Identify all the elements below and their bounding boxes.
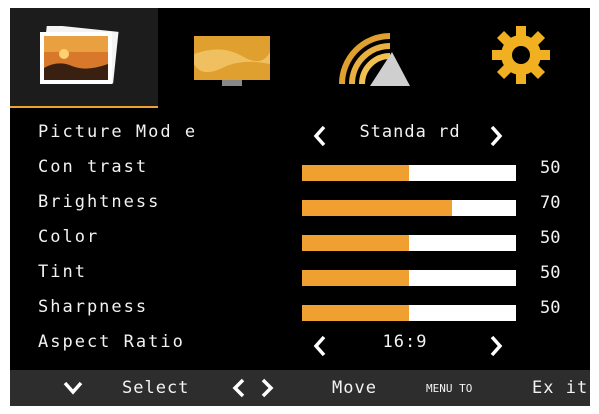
brightness-value: 70 [540,193,561,213]
gear-icon [492,26,550,84]
chevron-right-icon[interactable] [486,124,506,148]
chevron-left-icon[interactable] [310,334,330,358]
tab-signal[interactable] [320,8,440,108]
aspect-ratio-label: Aspect Ratio [38,332,185,352]
contrast-value: 50 [540,158,561,178]
osd-menu: Picture Mod e Standa rd Con trast 50 Bri… [10,8,590,406]
color-label: Color [38,227,100,247]
picture-mode-value: Standa rd [359,122,461,142]
row-brightness[interactable]: Brightness 70 [10,190,590,224]
tint-label: Tint [38,262,87,282]
brightness-slider-fill [302,200,452,216]
color-slider[interactable] [302,235,516,251]
exit-hint: Ex it [532,378,589,398]
contrast-slider[interactable] [302,165,516,181]
tab-screen[interactable] [172,8,302,108]
chevron-right-icon [261,378,274,398]
chevron-down-icon [63,381,83,395]
select-hint: Select [122,378,190,398]
tab-settings[interactable] [460,8,590,108]
color-slider-fill [302,235,409,251]
row-color[interactable]: Color 50 [10,225,590,259]
move-hint: Move [332,378,377,398]
tab-picture[interactable] [10,8,158,108]
chevron-left-icon [232,378,245,398]
tint-value: 50 [540,263,561,283]
sharpness-slider[interactable] [302,305,516,321]
signal-icon [339,33,410,86]
tab-bar [10,8,590,108]
color-value: 50 [540,228,561,248]
tint-slider-fill [302,270,409,286]
chevron-left-icon[interactable] [310,124,330,148]
picture-mode-label: Picture Mod e [38,122,198,142]
row-tint[interactable]: Tint 50 [10,260,590,294]
menu-to-hint: MENU TO [426,382,473,395]
sharpness-value: 50 [540,298,561,318]
brightness-slider[interactable] [302,200,516,216]
row-aspect-ratio[interactable]: Aspect Ratio 16:9 [10,330,590,364]
tint-slider[interactable] [302,270,516,286]
row-contrast[interactable]: Con trast 50 [10,155,590,189]
picture-icon [40,26,119,84]
row-picture-mode[interactable]: Picture Mod e Standa rd [10,120,590,154]
sharpness-label: Sharpness [38,297,149,317]
aspect-ratio-value: 16:9 [382,332,428,352]
row-sharpness[interactable]: Sharpness 50 [10,295,590,329]
brightness-label: Brightness [38,192,161,212]
sharpness-slider-fill [302,305,409,321]
footer-help-bar: Select Move MENU TO Ex it [10,370,590,406]
chevron-right-icon[interactable] [486,334,506,358]
contrast-slider-fill [302,165,409,181]
active-tab-underline [10,106,158,108]
contrast-label: Con trast [38,157,149,177]
screen-icon [194,36,270,86]
